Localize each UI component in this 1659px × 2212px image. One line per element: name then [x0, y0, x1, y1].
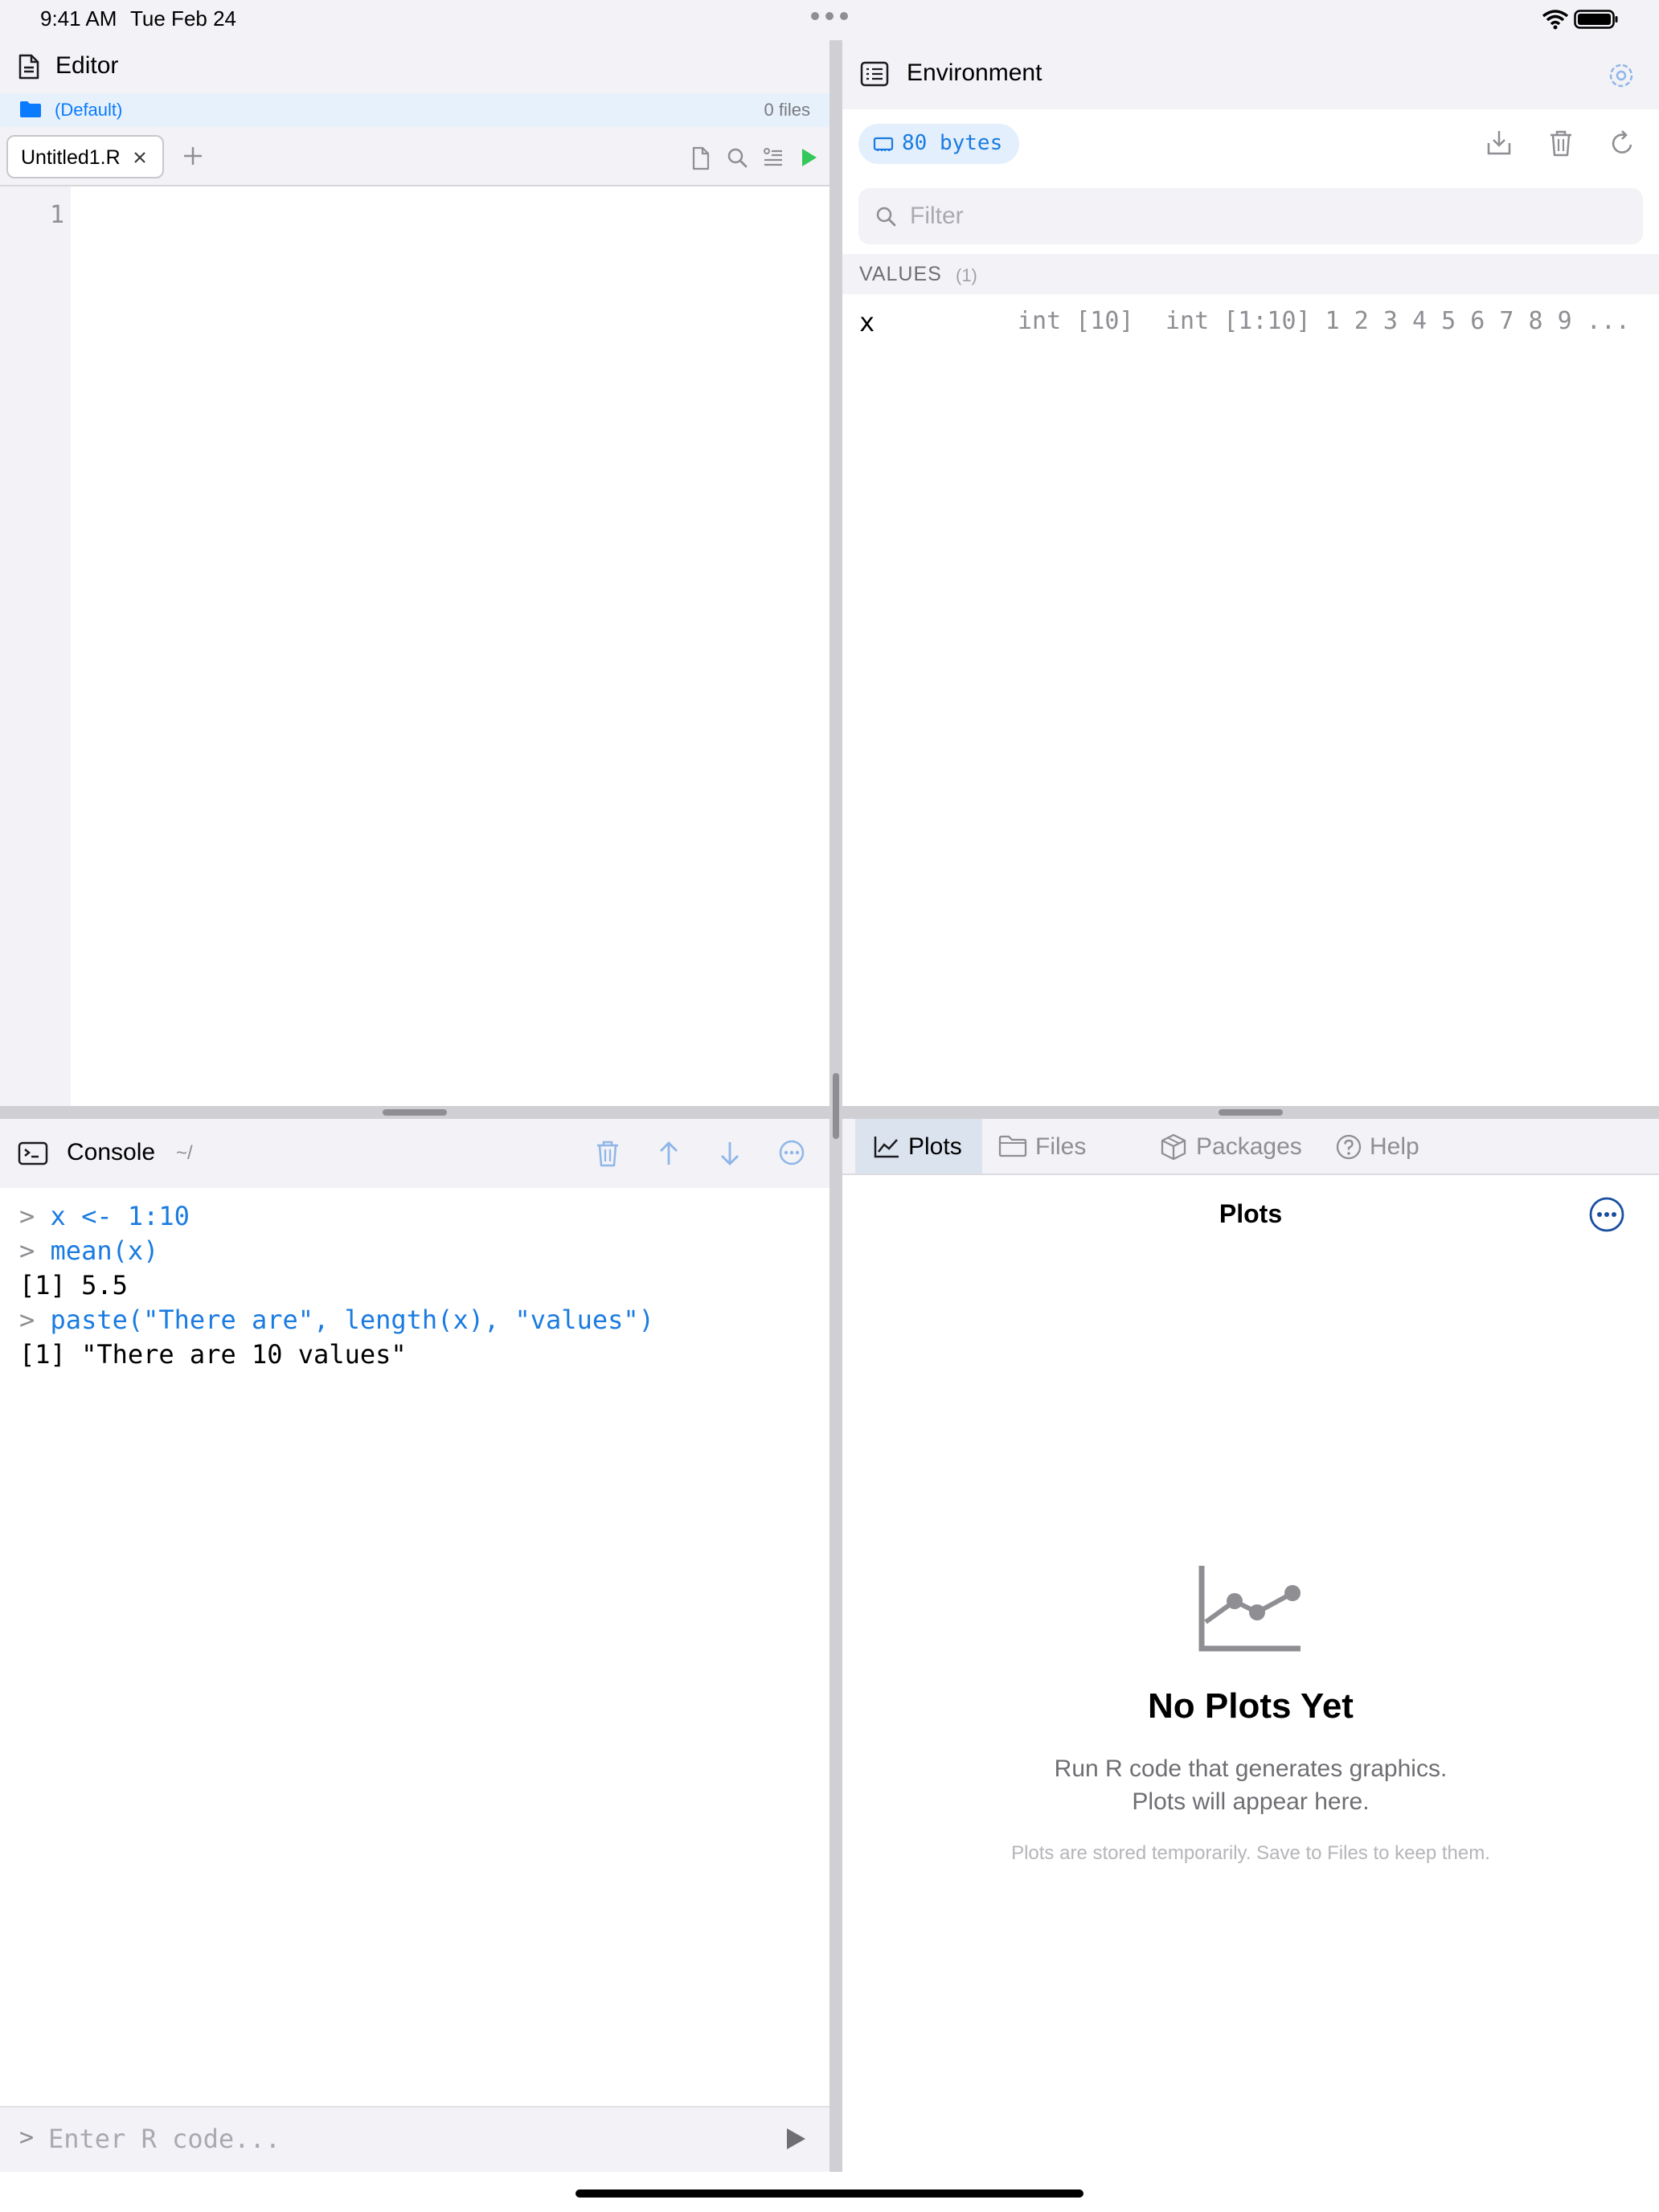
plots-empty-state: No Plots Yet Run R code that generates g… [842, 1252, 1659, 2172]
console-prompt: > [19, 1235, 35, 1266]
variable-name: x [859, 307, 875, 338]
values-count: (1) [956, 265, 977, 285]
project-name[interactable]: (Default) [55, 100, 122, 121]
tab-plots[interactable]: Plots [855, 1119, 982, 1174]
values-label: VALUES [859, 263, 942, 285]
empty-state-message: Plots will appear here. [1132, 1788, 1370, 1815]
console-line: > mean(x) [19, 1235, 158, 1266]
outline-list-icon[interactable] [762, 146, 784, 169]
document-icon [18, 54, 40, 80]
tab-label: Help [1370, 1133, 1419, 1160]
status-time: 9:41 AM [40, 6, 117, 31]
variable-row[interactable]: x int [10] int [1:10] 1 2 3 4 5 6 7 8 9 … [842, 294, 1659, 349]
empty-state-note: Plots are stored temporarily. Save to Fi… [1011, 1842, 1490, 1864]
environment-filter[interactable] [858, 188, 1643, 244]
search-icon [875, 205, 897, 227]
console-input-text: x <- 1:10 [50, 1201, 190, 1231]
history-down-button[interactable] [718, 1139, 742, 1168]
environment-toolbar: 80 bytes [842, 109, 1659, 188]
folder-icon [998, 1135, 1027, 1157]
close-icon[interactable] [132, 150, 148, 166]
tab-files[interactable]: Files [998, 1119, 1127, 1174]
history-up-button[interactable] [657, 1139, 681, 1168]
import-dataset-button[interactable] [1486, 129, 1512, 156]
variable-value: int [1:10] 1 2 3 4 5 6 7 8 9 ... [1165, 307, 1630, 335]
console-output-text: [1] "There are 10 values" [19, 1339, 407, 1370]
line-gutter: 1 [0, 186, 71, 1106]
console-line: [1] "There are 10 values" [19, 1339, 407, 1370]
tab-packages[interactable]: Packages [1122, 1119, 1309, 1174]
splitter-handle[interactable] [1219, 1109, 1283, 1116]
console-line: > paste("There are", length(x), "values"… [19, 1305, 654, 1335]
environment-header: Environment [842, 40, 1659, 109]
memory-usage: 80 bytes [902, 131, 1003, 155]
console-title: Console [67, 1139, 156, 1165]
multitasking-dots-icon[interactable] [810, 11, 849, 21]
send-button[interactable] [784, 2127, 807, 2151]
editor-title: Editor [55, 52, 119, 79]
question-circle-icon [1336, 1134, 1362, 1160]
project-bar[interactable]: (Default) 0 files [0, 93, 830, 127]
search-icon[interactable] [726, 146, 748, 169]
tab-label: Untitled1.R [21, 146, 121, 169]
console-input-text: paste("There are", length(x), "values") [50, 1305, 654, 1335]
add-tab-button[interactable] [182, 145, 204, 167]
input-prompt: > [19, 2124, 35, 2152]
console-line: > x <- 1:10 [19, 1201, 190, 1231]
values-section-header: VALUES (1) [842, 254, 1659, 294]
splitter-handle[interactable] [833, 1073, 839, 1139]
editor-tab-bar: Untitled1.R [0, 127, 830, 186]
console-header: Console ~/ [0, 1119, 830, 1188]
console-output[interactable]: > x <- 1:10 > mean(x) [1] 5.5 > paste("T… [0, 1188, 830, 2106]
list-window-icon [860, 61, 889, 87]
status-bar: 9:41 AM Tue Feb 24 [0, 0, 1659, 40]
console-input-text: mean(x) [50, 1235, 159, 1266]
variable-type: int [10] [1018, 307, 1134, 335]
clear-environment-button[interactable] [1547, 129, 1575, 158]
console-input-bar: > [0, 2106, 830, 2172]
console-clear-button[interactable] [594, 1139, 621, 1168]
splitter-handle[interactable] [383, 1109, 447, 1116]
gear-icon[interactable] [1607, 61, 1636, 90]
empty-state-title: No Plots Yet [1148, 1686, 1354, 1726]
pane-tab-bar: Plots Files Packages Help [842, 1119, 1659, 1175]
editor-header: Editor [0, 40, 830, 93]
console-line: [1] 5.5 [19, 1270, 128, 1301]
run-button[interactable] [800, 146, 819, 169]
plots-more-button[interactable] [1588, 1196, 1625, 1233]
file-count: 0 files [764, 100, 810, 120]
empty-state-message: Run R code that generates graphics. [1054, 1755, 1448, 1782]
tab-label: Files [1035, 1133, 1087, 1160]
refresh-icon[interactable] [1608, 129, 1636, 158]
status-date: Tue Feb 24 [130, 6, 237, 31]
console-output-text: [1] 5.5 [19, 1270, 128, 1301]
terminal-icon [18, 1141, 48, 1165]
working-directory: ~/ [176, 1142, 193, 1164]
console-prompt: > [19, 1305, 35, 1335]
tab-untitled1-r[interactable]: Untitled1.R [6, 135, 164, 178]
tab-label: Plots [908, 1133, 962, 1160]
memory-chip-icon [873, 136, 894, 152]
package-icon [1161, 1133, 1186, 1161]
plots-header: Plots [842, 1175, 1659, 1252]
wifi-icon [1542, 8, 1569, 31]
folder-icon [19, 100, 42, 118]
tab-label: Packages [1196, 1133, 1302, 1160]
home-indicator[interactable] [576, 2189, 1083, 2198]
line-number: 1 [49, 201, 64, 229]
console-input[interactable] [48, 2119, 756, 2159]
new-file-button[interactable] [690, 146, 712, 170]
console-more-button[interactable] [778, 1139, 805, 1166]
memory-usage-badge: 80 bytes [858, 124, 1019, 164]
chart-placeholder-icon [1198, 1564, 1304, 1654]
code-editor[interactable] [71, 186, 830, 1106]
battery-icon [1574, 8, 1619, 31]
environment-title: Environment [907, 59, 1043, 86]
filter-input[interactable] [910, 198, 1617, 235]
tab-help[interactable]: Help [1296, 1119, 1419, 1174]
console-prompt: > [19, 1201, 35, 1231]
line-chart-icon [873, 1135, 900, 1159]
plots-title: Plots [1219, 1199, 1283, 1228]
